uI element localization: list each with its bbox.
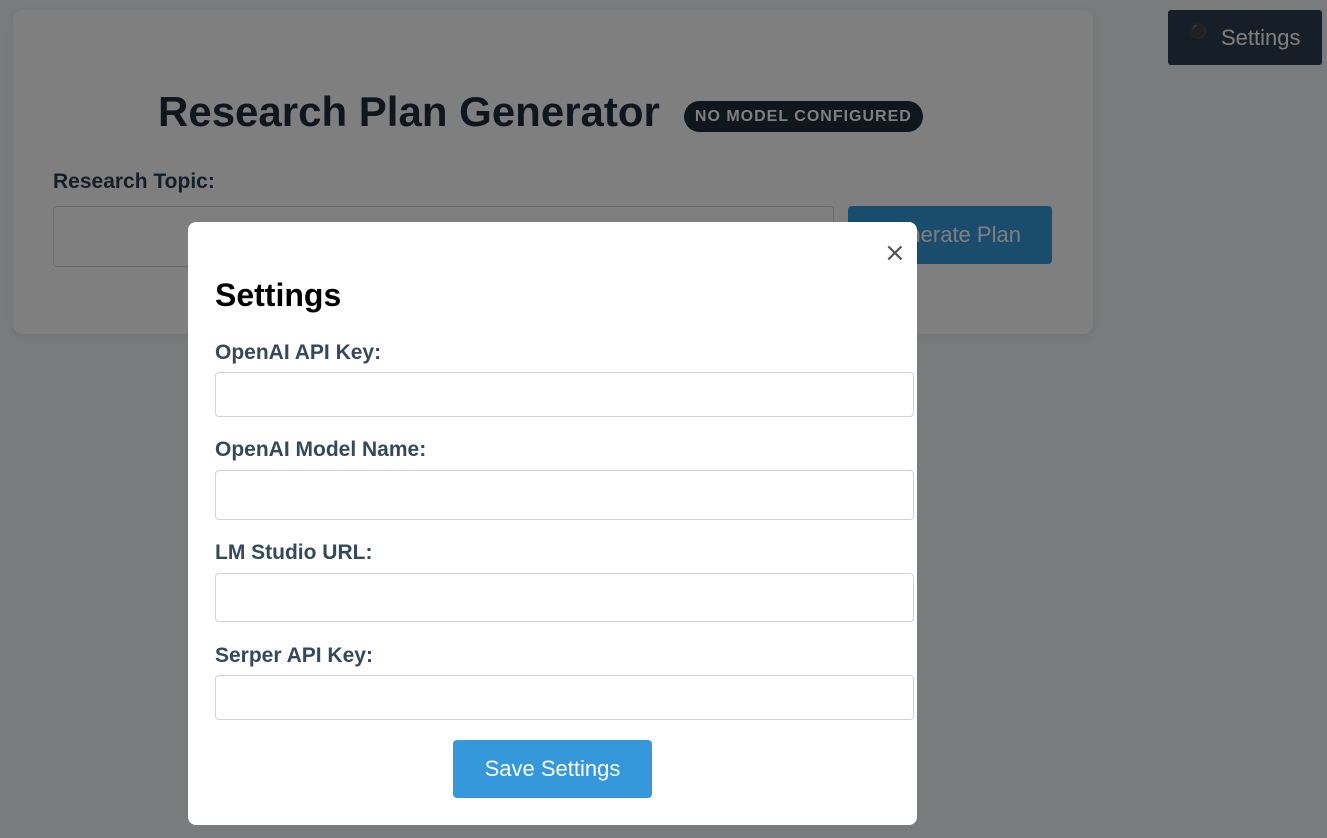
serper-api-key-input[interactable] (215, 675, 914, 720)
settings-modal: × Settings OpenAI API Key: OpenAI Model … (188, 222, 917, 825)
openai-api-key-input[interactable] (215, 372, 914, 417)
save-settings-button[interactable]: Save Settings (453, 740, 652, 798)
modal-title: Settings (215, 277, 342, 313)
lm-studio-url-label: LM Studio URL: (215, 541, 373, 564)
close-icon[interactable]: × (884, 240, 906, 266)
serper-api-key-label: Serper API Key: (215, 644, 373, 667)
openai-model-name-input[interactable] (215, 470, 914, 520)
openai-model-name-label: OpenAI Model Name: (215, 438, 427, 461)
lm-studio-url-input[interactable] (215, 573, 914, 622)
openai-api-key-label: OpenAI API Key: (215, 341, 382, 364)
